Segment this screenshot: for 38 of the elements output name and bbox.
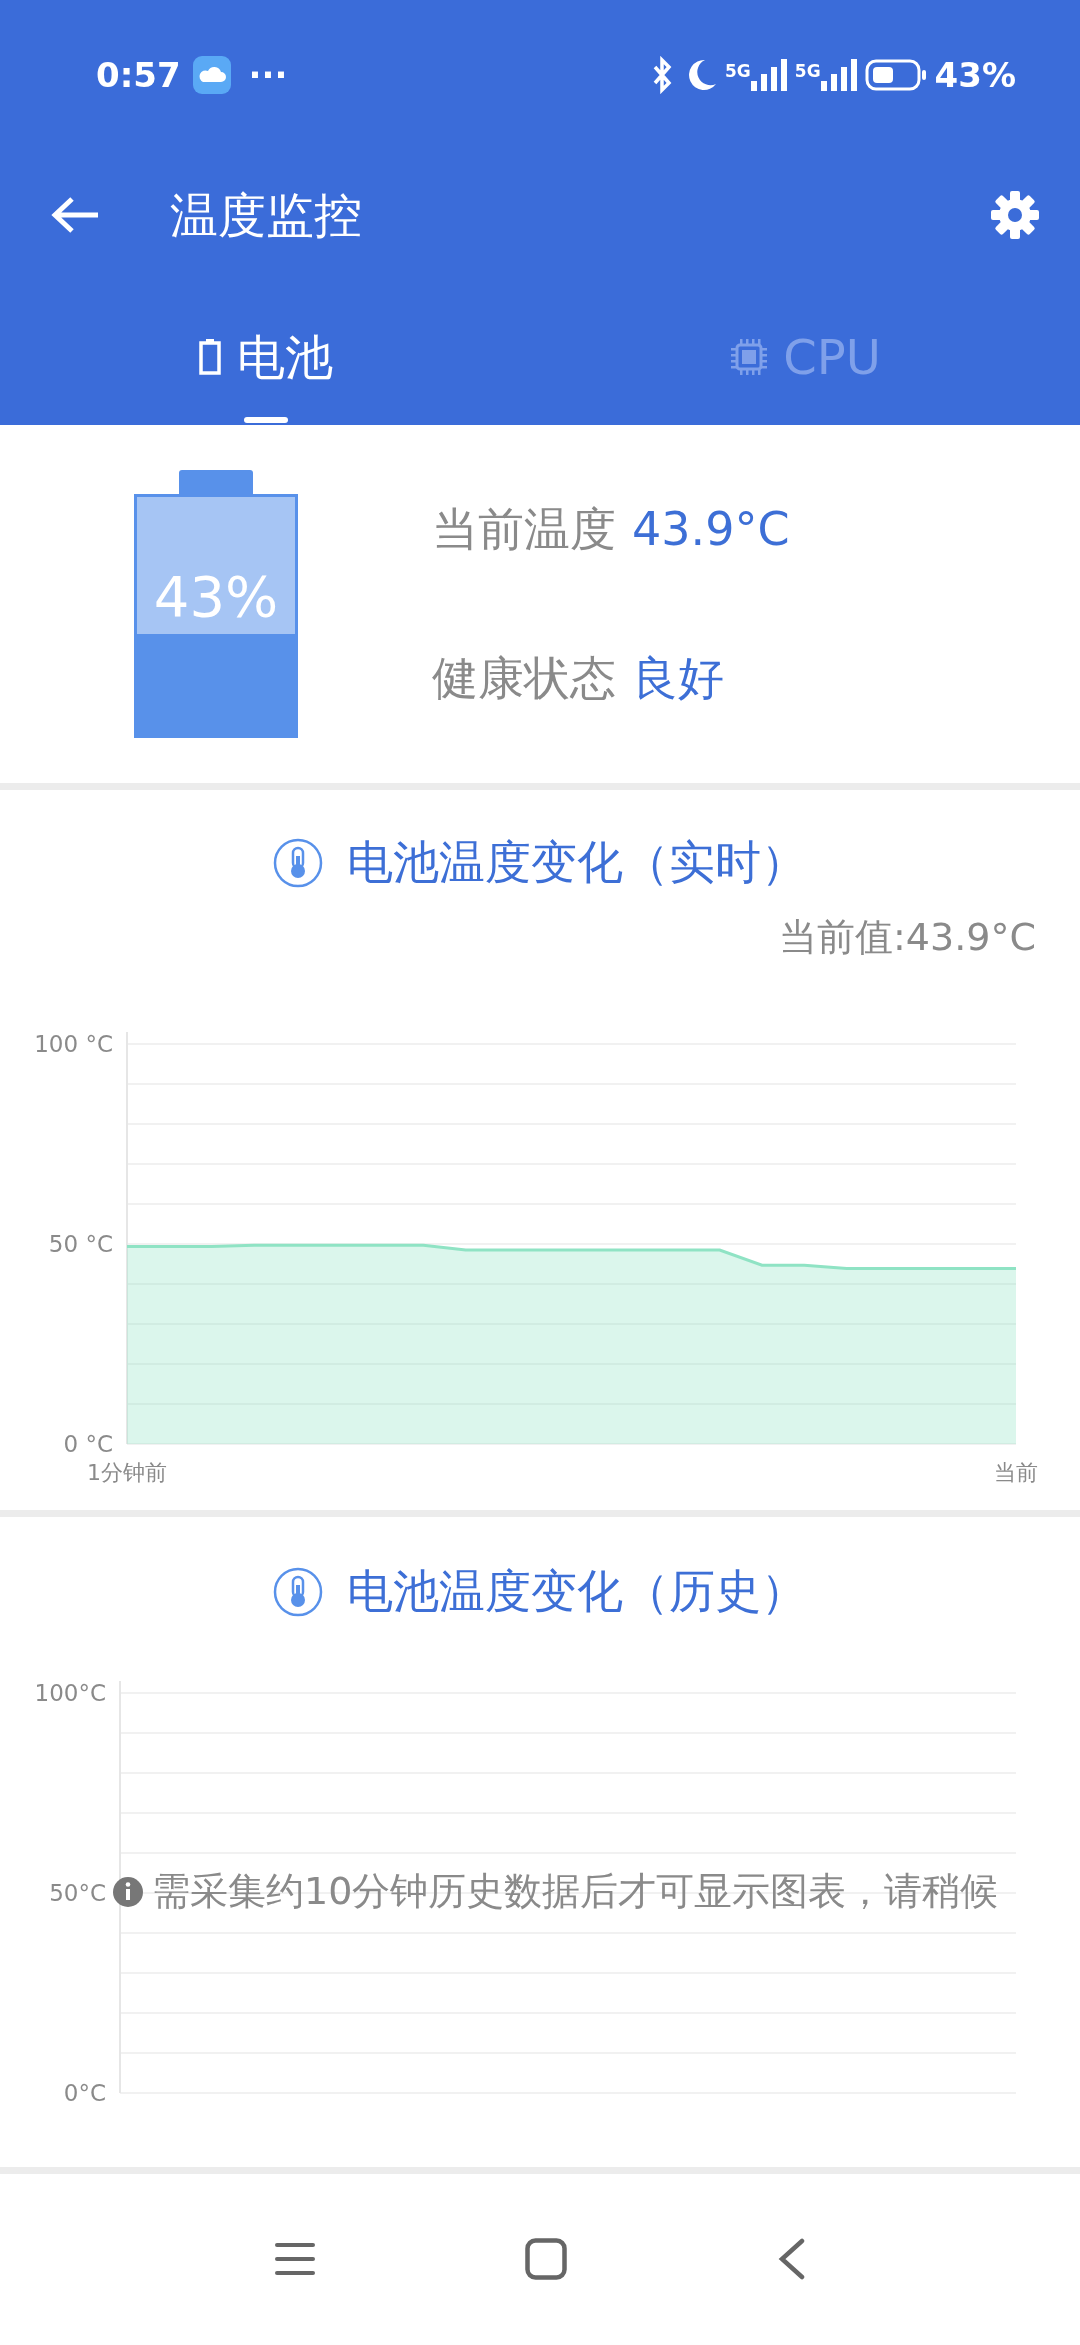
axis-label: 0°C — [63, 2080, 106, 2106]
info-value: 43.9°C — [632, 501, 790, 558]
battery-icon — [199, 338, 222, 375]
battery-status-icon — [864, 59, 927, 91]
signal-icon — [750, 59, 787, 91]
info-label: 当前温度 — [432, 501, 616, 558]
screen-title: 温度监控 — [170, 186, 362, 245]
battery-percent-label: 43% — [152, 564, 280, 630]
info-label: 健康状态 — [432, 650, 616, 707]
battery-percent: 43% — [934, 53, 1016, 97]
empty-chart-notice: 需采集约10分钟历史数据后才可显示图表，请稍候 — [152, 1868, 999, 1915]
thermometer-icon — [273, 837, 323, 888]
axis-label: 当前 — [994, 1460, 1038, 1485]
network-type: 5G — [794, 60, 821, 83]
axis-label: 50 °C — [48, 1231, 113, 1257]
back-icon[interactable] — [777, 2238, 805, 2280]
chart-title: 电池温度变化（历史） — [347, 1563, 807, 1620]
axis-label: 1分钟前 — [87, 1460, 167, 1485]
axis-label: 100 °C — [34, 1031, 113, 1057]
network-type: 5G — [725, 60, 751, 83]
tab[interactable]: 电池 — [169, 300, 364, 427]
cloud-app-icon — [192, 56, 231, 94]
info-icon — [112, 1875, 144, 1908]
signal-icon — [820, 59, 857, 91]
axis-label: 50°C — [49, 1880, 106, 1906]
menu-icon[interactable] — [275, 2242, 315, 2276]
chip-icon — [731, 338, 768, 375]
more-notifications: ··· — [248, 53, 288, 97]
home-icon[interactable] — [525, 2238, 567, 2280]
chart-title: 电池温度变化（实时） — [347, 834, 807, 891]
info-value: 良好 — [632, 650, 724, 707]
thermometer-icon — [273, 1566, 323, 1617]
axis-label: 100°C — [34, 1680, 106, 1706]
back-arrow-icon[interactable] — [50, 195, 100, 235]
axis-label: 0 °C — [63, 1431, 113, 1457]
clock: 0:57 — [96, 53, 181, 97]
settings-icon[interactable] — [990, 190, 1040, 240]
current-value: 当前值:43.9°C — [779, 914, 1037, 961]
